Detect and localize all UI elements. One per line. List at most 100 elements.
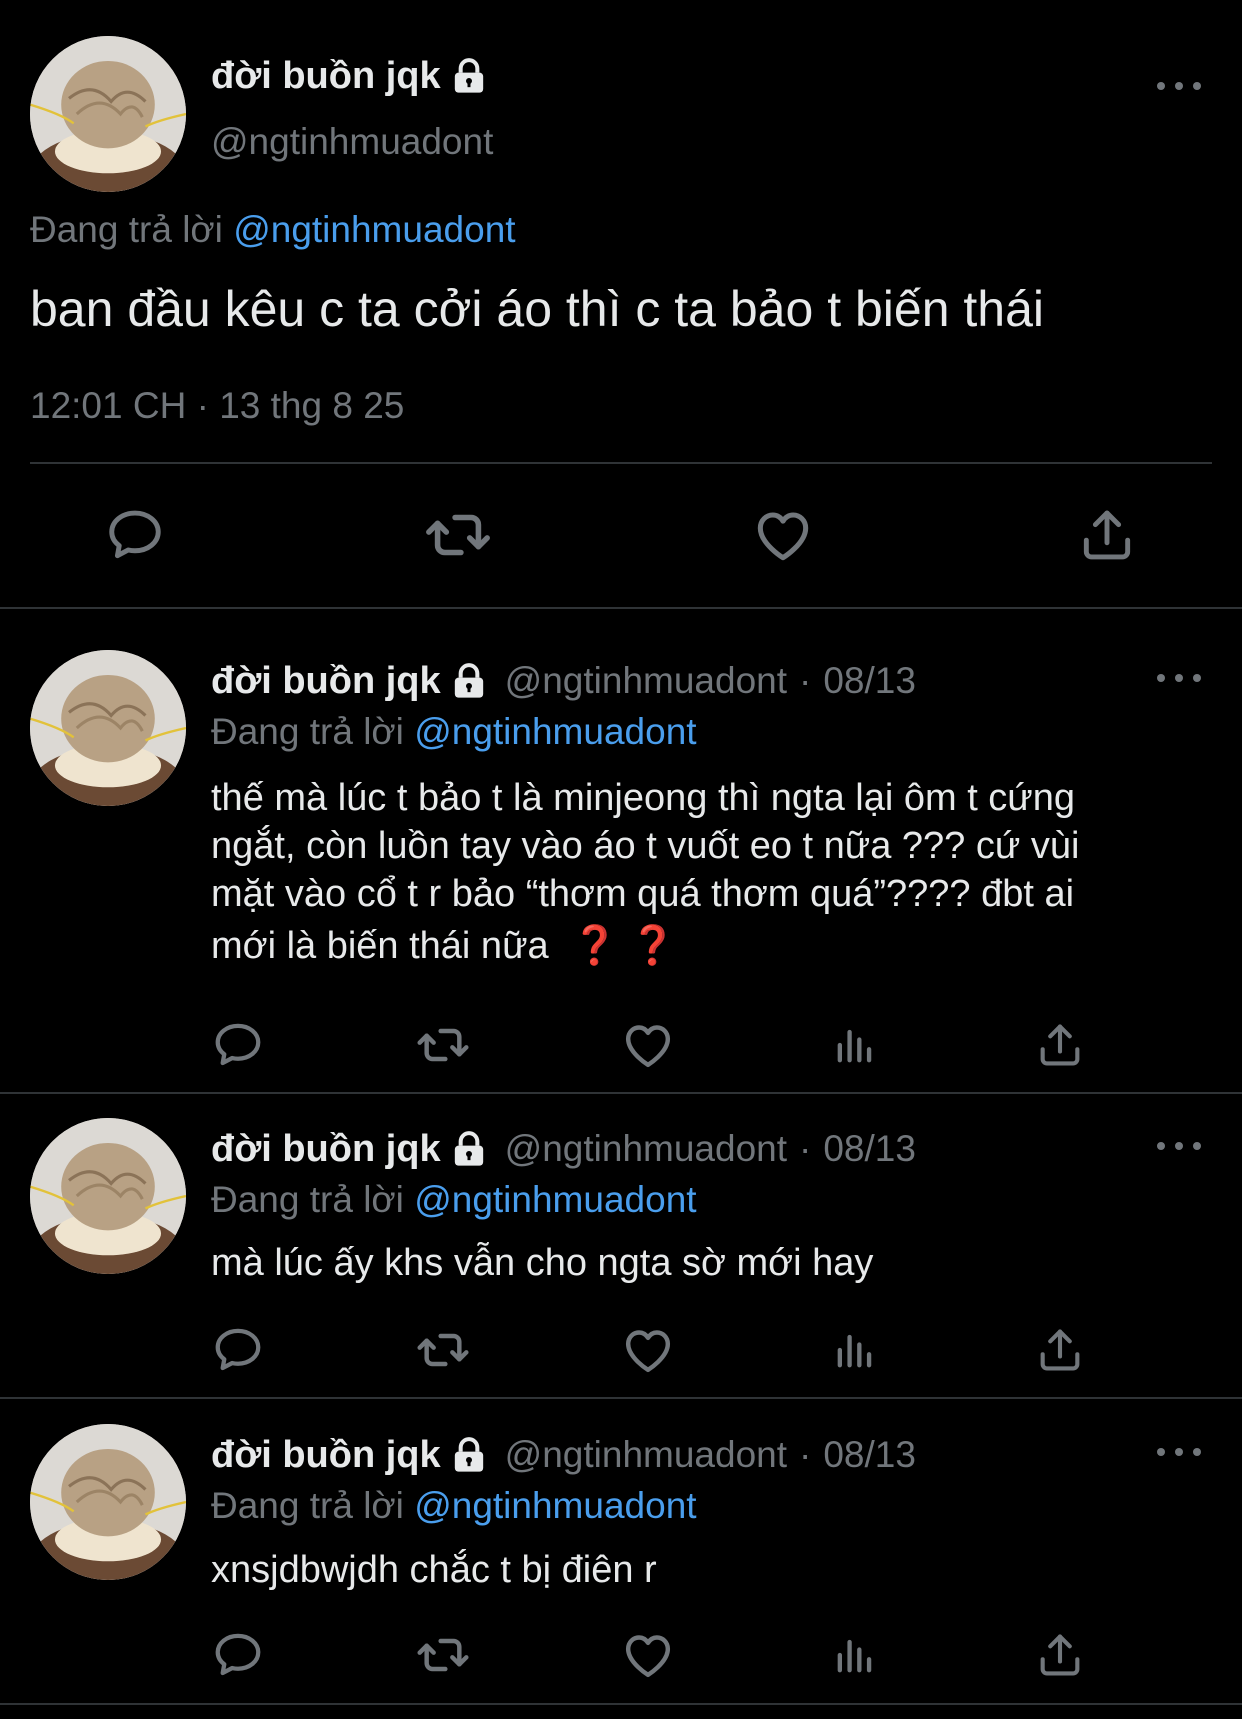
display-name-row: đời buồn jqk [211, 54, 489, 98]
like-button[interactable] [620, 1627, 676, 1683]
retweet-icon [415, 1320, 471, 1380]
tweet-text: thế mà lúc t bảo t là minjeong thì ngta … [211, 774, 1079, 970]
tweet-text: xnsjdbwjdh chắc t bị điên r [211, 1549, 657, 1591]
lock-icon [449, 661, 489, 701]
tweet-date[interactable]: 08/13 [823, 1128, 916, 1170]
handle[interactable]: @ngtinhmuadont [505, 660, 787, 702]
display-name[interactable]: đời buồn jqk [211, 1128, 441, 1171]
handle[interactable]: @ngtinhmuadont [211, 121, 493, 163]
heart-icon [620, 1017, 676, 1073]
views-button[interactable] [827, 1322, 883, 1378]
share-icon [1076, 504, 1138, 566]
reply-button[interactable] [210, 1322, 266, 1378]
tweet-header: đời buồn jqk @ngtinhmuadont · 08/13 [211, 1127, 916, 1171]
like-button[interactable] [620, 1322, 676, 1378]
retweet-icon [415, 1015, 471, 1075]
replying-to: Đang trả lời @ngtinhmuadont [211, 1485, 697, 1527]
divider [0, 1092, 1242, 1094]
reply-icon [211, 1628, 265, 1682]
separator: · [799, 660, 812, 701]
share-icon [1034, 1019, 1086, 1071]
heart-icon [620, 1322, 676, 1378]
share-button[interactable] [1032, 1322, 1088, 1378]
more-icon[interactable] [1157, 1442, 1201, 1462]
avatar-image [30, 1118, 186, 1274]
separator: · [799, 1128, 812, 1169]
reply-button[interactable] [210, 1017, 266, 1073]
more-icon[interactable] [1157, 76, 1201, 96]
reply-icon [104, 504, 166, 566]
avatar[interactable] [30, 1424, 186, 1580]
separator: · [799, 1434, 812, 1475]
retweet-button[interactable] [423, 500, 493, 570]
tweet-text-line: mặt vào cổ t r bảo “thơm quá thơm quá”??… [211, 873, 1075, 915]
tweet-date[interactable]: 08/13 [823, 1434, 916, 1476]
tweet-header: đời buồn jqk @ngtinhmuadont · 08/13 [211, 659, 916, 703]
replying-to-handle[interactable]: @ngtinhmuadont [414, 1179, 696, 1220]
tweet-text: mà lúc ấy khs vẫn cho ngta sờ mới hay [211, 1242, 874, 1284]
display-name[interactable]: đời buồn jqk [211, 1434, 441, 1477]
divider [0, 1397, 1242, 1399]
avatar-image [30, 1424, 186, 1580]
retweet-button[interactable] [415, 1017, 471, 1073]
views-icon [829, 1019, 881, 1071]
display-name[interactable]: đời buồn jqk [211, 55, 441, 98]
question-emoji: ❓ ❓ [571, 925, 677, 967]
tweet-text-line: thế mà lúc t bảo t là minjeong thì ngta … [211, 777, 1076, 819]
avatar[interactable] [30, 36, 186, 192]
views-button[interactable] [827, 1627, 883, 1683]
retweet-icon [415, 1625, 471, 1685]
retweet-button[interactable] [415, 1322, 471, 1378]
handle[interactable]: @ngtinhmuadont [505, 1128, 787, 1170]
like-button[interactable] [748, 500, 818, 570]
share-icon [1034, 1629, 1086, 1681]
views-button[interactable] [827, 1017, 883, 1073]
retweet-button[interactable] [415, 1627, 471, 1683]
reply-button[interactable] [100, 500, 170, 570]
avatar-image [30, 36, 186, 192]
more-icon[interactable] [1157, 1136, 1201, 1156]
heart-icon [620, 1627, 676, 1683]
display-name[interactable]: đời buồn jqk [211, 660, 441, 703]
avatar-image [30, 650, 186, 806]
tweet-header: đời buồn jqk @ngtinhmuadont · 08/13 [211, 1433, 916, 1477]
heart-icon [751, 503, 815, 567]
tweet-text-line-last: mới là biến thái nữa ❓ ❓ [211, 922, 1079, 970]
lock-icon [449, 1435, 489, 1475]
replying-to-handle[interactable]: @ngtinhmuadont [414, 1485, 696, 1526]
lock-icon [449, 56, 489, 96]
replying-prefix: Đang trả lời [30, 209, 223, 250]
tweet-text-line: mới là biến thái nữa [211, 925, 549, 967]
divider [30, 462, 1212, 464]
replying-prefix: Đang trả lời [211, 1485, 404, 1526]
retweet-icon [423, 500, 493, 570]
timestamp[interactable]: 12:01 CH · 13 thg 8 25 [30, 385, 404, 427]
like-button[interactable] [620, 1017, 676, 1073]
replying-to-handle[interactable]: @ngtinhmuadont [414, 711, 696, 752]
share-button[interactable] [1032, 1627, 1088, 1683]
more-icon[interactable] [1157, 668, 1201, 688]
share-button[interactable] [1072, 500, 1142, 570]
lock-icon [449, 1129, 489, 1169]
handle[interactable]: @ngtinhmuadont [505, 1434, 787, 1476]
avatar[interactable] [30, 650, 186, 806]
share-icon [1034, 1324, 1086, 1376]
replying-to: Đang trả lời @ngtinhmuadont [211, 1179, 697, 1221]
replying-to: Đang trả lời @ngtinhmuadont [211, 711, 697, 753]
tweet-text-line: ngắt, còn luồn tay vào áo t vuốt eo t nữ… [211, 825, 1080, 867]
avatar[interactable] [30, 1118, 186, 1274]
reply-icon [211, 1018, 265, 1072]
divider [0, 607, 1242, 609]
share-button[interactable] [1032, 1017, 1088, 1073]
tweet-text: ban đầu kêu c ta cởi áo thì c ta bảo t b… [30, 281, 1045, 337]
reply-button[interactable] [210, 1627, 266, 1683]
replying-to-handle[interactable]: @ngtinhmuadont [233, 209, 515, 250]
divider [0, 1703, 1242, 1705]
replying-prefix: Đang trả lời [211, 1179, 404, 1220]
views-icon [829, 1324, 881, 1376]
replying-to: Đang trả lời @ngtinhmuadont [30, 209, 516, 251]
reply-icon [211, 1323, 265, 1377]
views-icon [829, 1629, 881, 1681]
replying-prefix: Đang trả lời [211, 711, 404, 752]
tweet-date[interactable]: 08/13 [823, 660, 916, 702]
